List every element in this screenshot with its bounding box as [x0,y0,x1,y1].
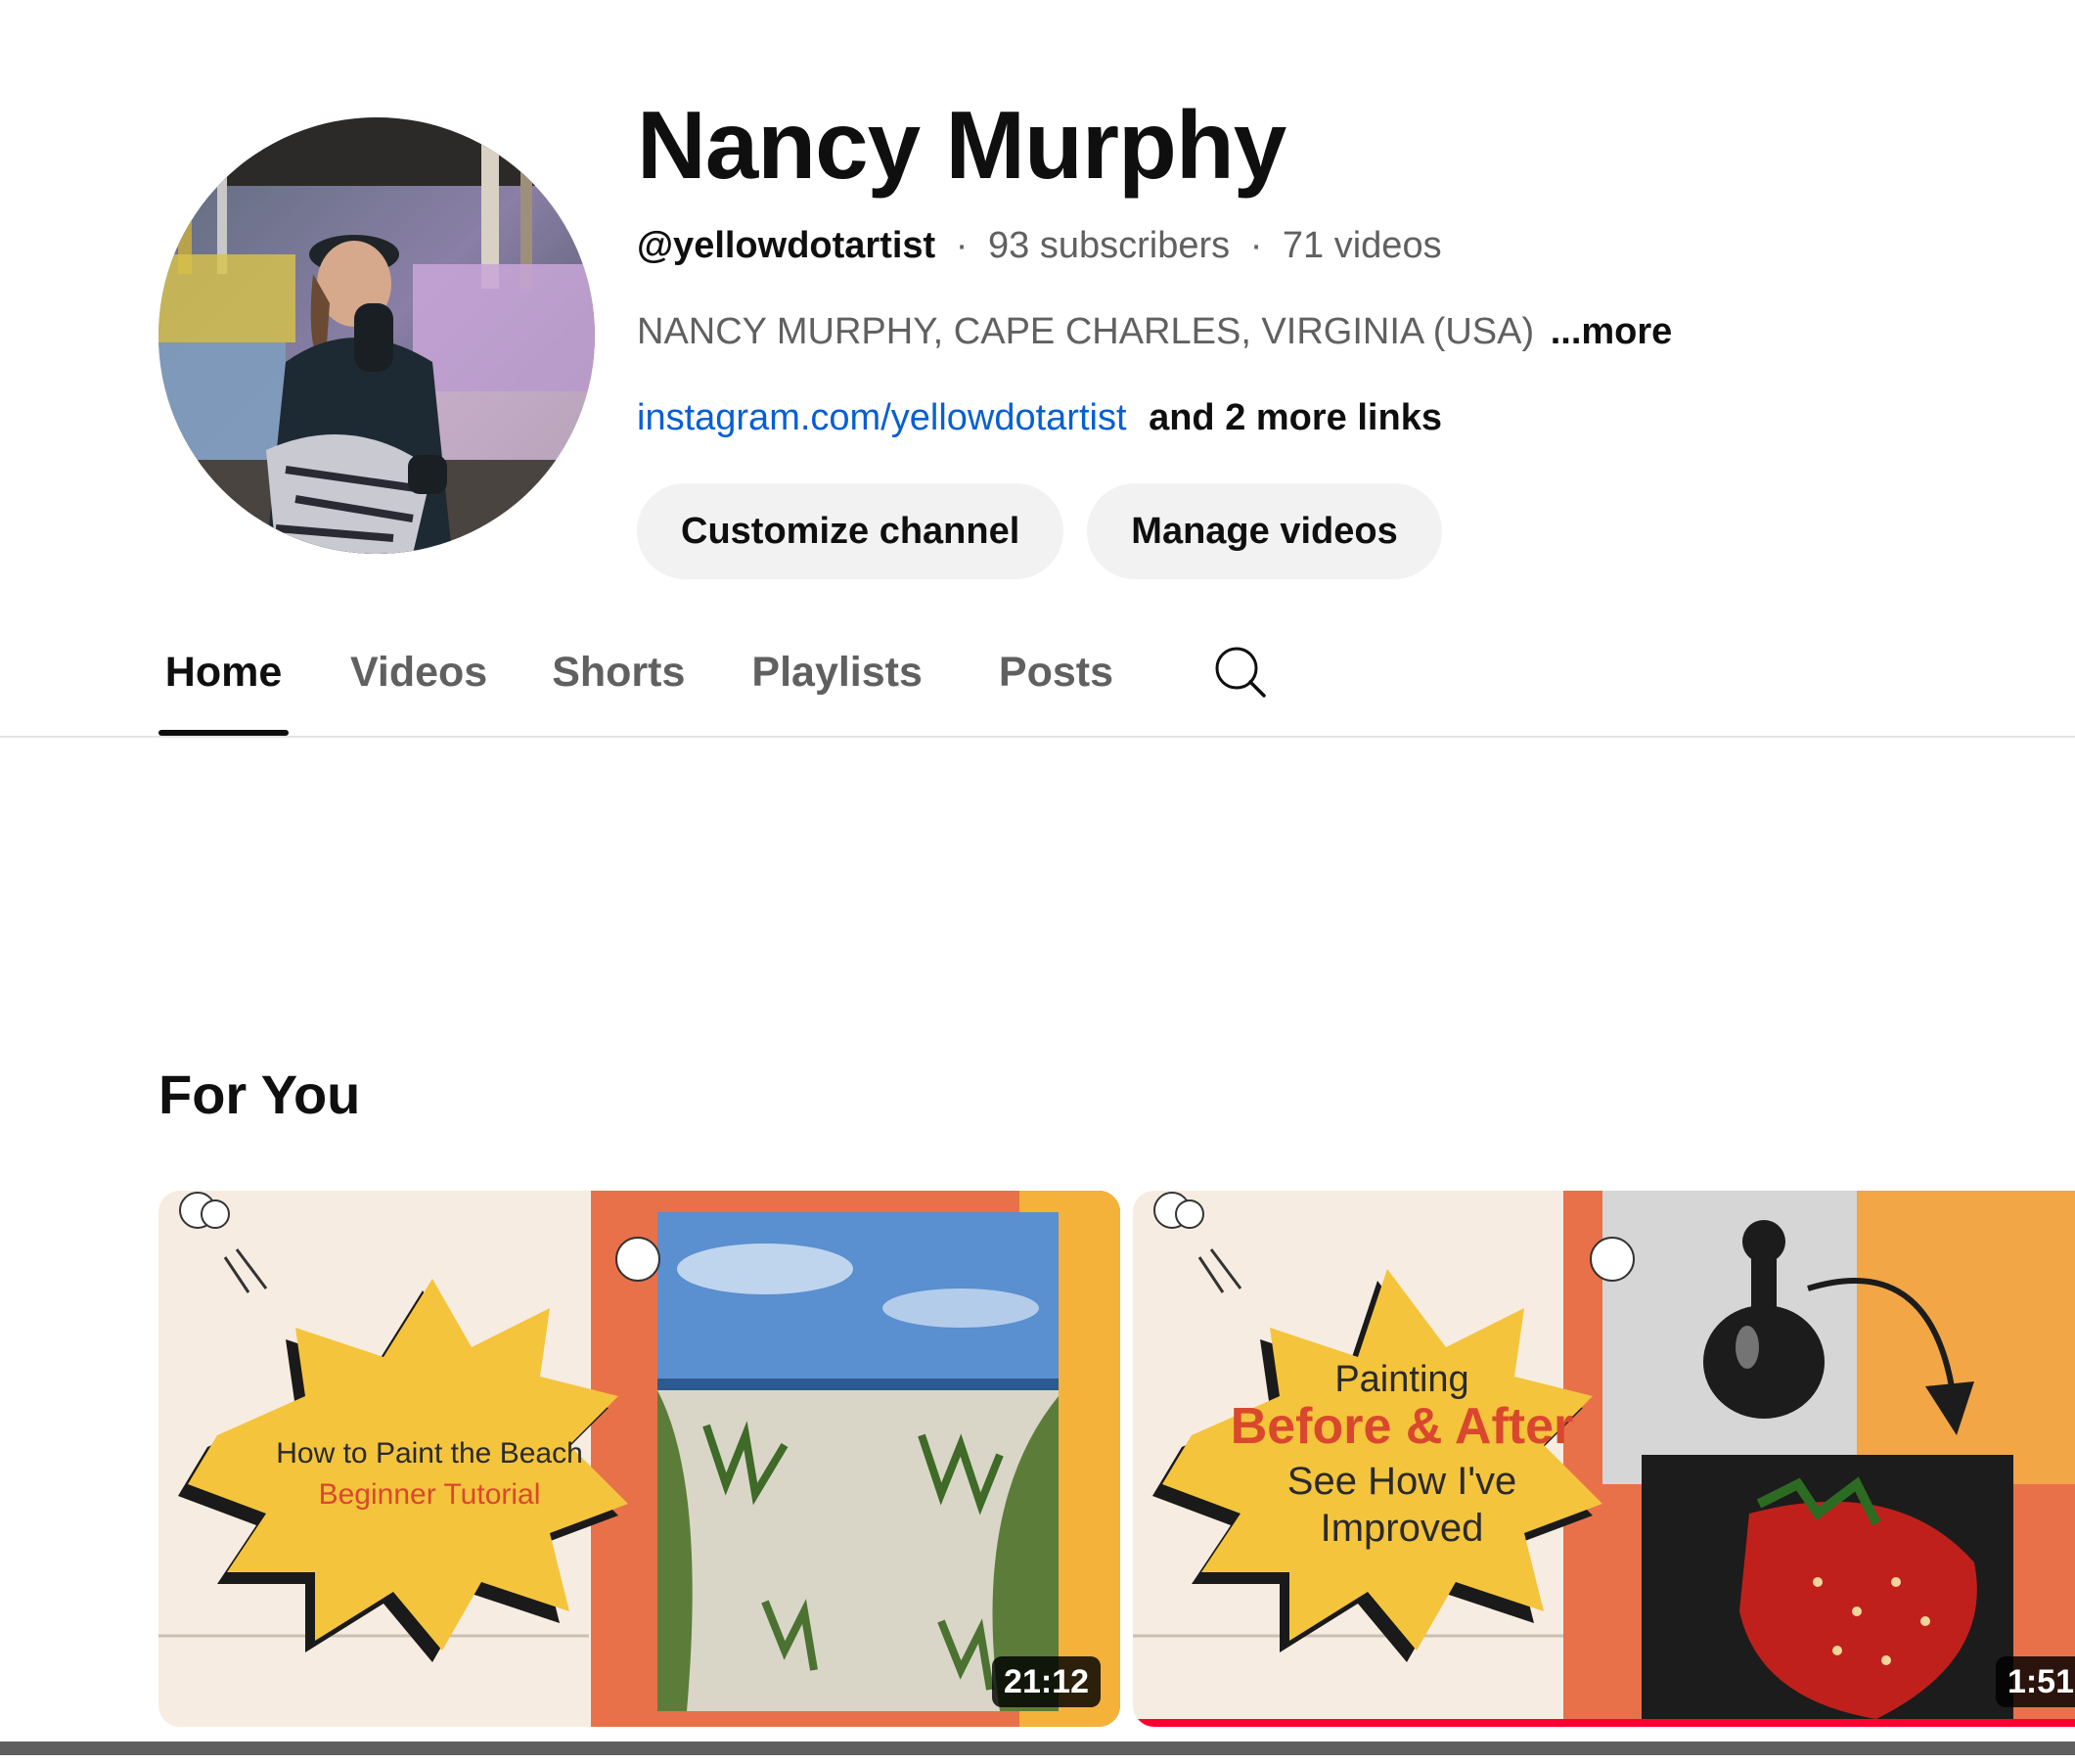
tab-posts[interactable]: Posts [999,626,1113,736]
thumb-line-1: How to Paint the Beach [276,1437,583,1470]
subscriber-count: 93 subscribers [988,225,1231,266]
channel-handle: @yellowdotartist [637,225,936,266]
horizontal-scrollbar[interactable] [0,1741,2075,1755]
watch-progress-bar [1133,1719,2075,1727]
thumb-line-2: Beginner Tutorial [319,1478,541,1511]
channel-description[interactable]: NANCY MURPHY, CAPE CHARLES, VIRGINIA (US… [637,307,1909,356]
channel-info: Nancy Murphy @yellowdotartist · 93 subsc… [637,90,1909,579]
thumb-line-4: Improved [1321,1507,1484,1550]
channel-avatar[interactable] [158,117,595,554]
thumb-line-2: Before & After [1231,1398,1574,1455]
channel-search-button[interactable] [1211,626,1270,718]
section-title: For You [158,1063,361,1125]
search-icon [1215,647,1266,698]
thumbnail-art-beach: How to Paint the Beach Beginner Tutorial [158,1191,1120,1727]
thumbnail-art-before-after: Painting Before & After See How I've Imp… [1133,1191,2075,1727]
video-duration: 21:12 [992,1656,1101,1707]
more-links-button[interactable]: and 2 more links [1149,397,1442,438]
avatar-photo [158,117,595,554]
channel-meta: @yellowdotartist · 93 subscribers · 71 v… [637,221,1909,270]
tab-videos[interactable]: Videos [350,626,487,736]
video-thumbnail[interactable]: Painting Before & After See How I've Imp… [1133,1191,2075,1727]
manage-videos-button[interactable]: Manage videos [1087,483,1442,579]
tabs-divider [0,736,2075,738]
channel-links: instagram.com/yellowdotartist and 2 more… [637,393,1909,442]
channel-name: Nancy Murphy [637,91,1286,199]
customize-channel-button[interactable]: Customize channel [637,483,1064,579]
description-text: NANCY MURPHY, CAPE CHARLES, VIRGINIA (US… [637,311,1535,352]
channel-tabs: Home Videos Shorts Playlists Posts [158,626,1270,736]
tab-playlists[interactable]: Playlists [751,626,923,736]
video-thumbnail[interactable]: How to Paint the Beach Beginner Tutorial… [158,1191,1120,1727]
tab-home[interactable]: Home [158,626,289,736]
tab-shorts[interactable]: Shorts [552,626,685,736]
meta-separator: · [955,225,969,266]
thumb-line-1: Painting [1334,1359,1468,1400]
description-more-link[interactable]: ...more [1551,311,1673,352]
video-count: 71 videos [1282,225,1442,266]
instagram-link[interactable]: instagram.com/yellowdotartist [637,397,1127,438]
video-duration: 1:51 [1995,1656,2075,1707]
thumb-line-3: See How I've [1287,1460,1516,1503]
channel-actions: Customize channel Manage videos [637,483,1909,579]
meta-separator: · [1249,225,1263,266]
channel-page: Nancy Murphy @yellowdotartist · 93 subsc… [0,0,2075,1764]
